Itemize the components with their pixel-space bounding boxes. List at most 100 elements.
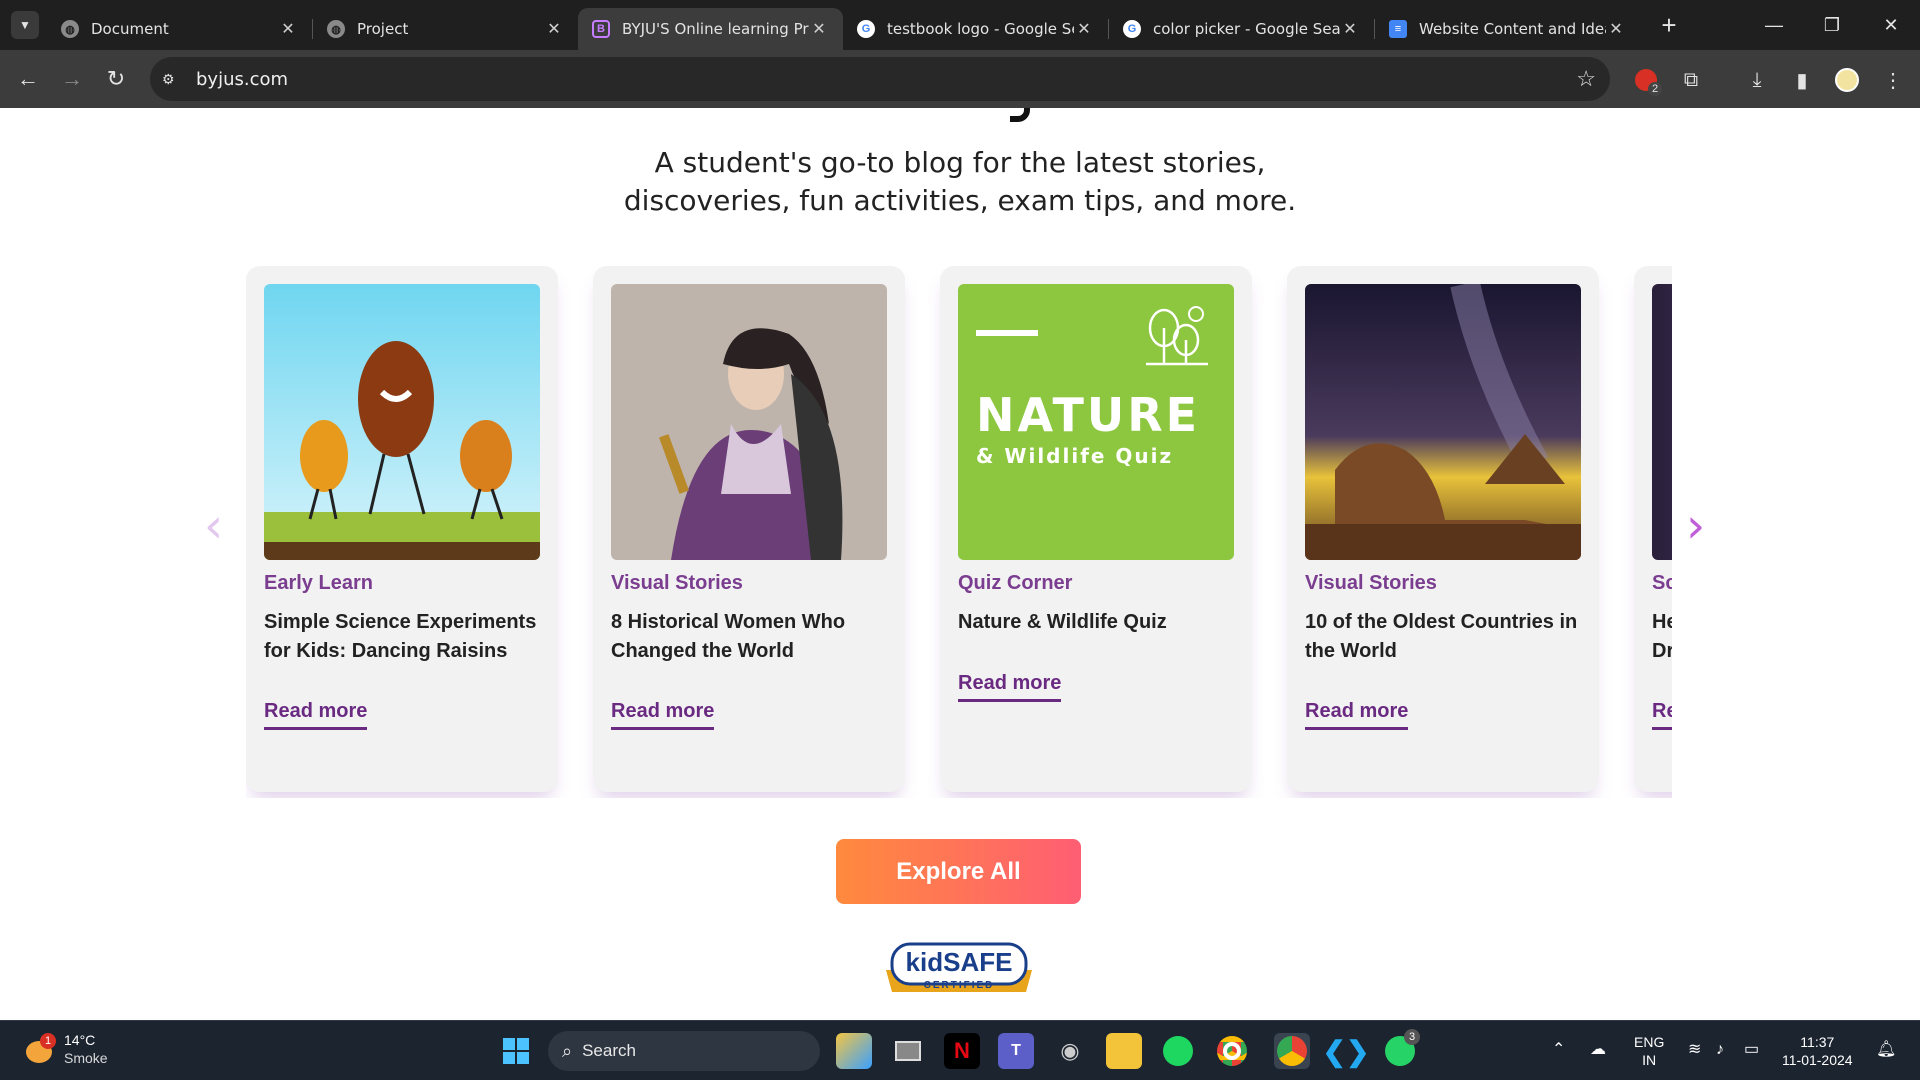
tab-search-button[interactable]: ▼: [11, 11, 39, 39]
task-view-icon[interactable]: [890, 1033, 926, 1069]
close-icon[interactable]: ✕: [1606, 19, 1626, 39]
tab-website-content[interactable]: ≡ Website Content and Ideas ✕: [1375, 8, 1640, 50]
carousel-next-button[interactable]: ›: [1686, 498, 1705, 554]
notification-bell-icon[interactable]: 🔔︎: [1876, 1041, 1896, 1059]
blog-card[interactable]: Visual Stories 8 Historical Women Who Ch…: [593, 266, 905, 792]
card-image: [1652, 284, 1672, 560]
side-panel-icon[interactable]: ▮: [1788, 66, 1816, 94]
address-bar[interactable]: ⚙ byjus.com ☆: [150, 57, 1610, 101]
taskbar-search-label: Search: [582, 1041, 636, 1060]
new-tab-button[interactable]: +: [1654, 10, 1684, 41]
weather-text[interactable]: 14°C Smoke: [64, 1031, 108, 1067]
teams-icon[interactable]: T: [998, 1033, 1034, 1069]
tab-testbook-search[interactable]: G testbook logo - Google Se ✕: [843, 8, 1108, 50]
wifi-icon[interactable]: ≋: [1688, 1041, 1701, 1059]
card-title: 10 of the Oldest Countries in the World: [1305, 611, 1578, 662]
quiz-image-subtitle: & Wildlife Quiz: [976, 444, 1174, 468]
tab-document[interactable]: ◍ Document ✕: [47, 8, 312, 50]
tab-title: color picker - Google Searc: [1153, 20, 1340, 38]
lang-line-1: ENG: [1634, 1034, 1665, 1050]
chrome-icon[interactable]: [1214, 1033, 1250, 1069]
windows-start-icon[interactable]: [498, 1033, 534, 1069]
url-text: byjus.com: [196, 68, 289, 90]
weather-desc: Smoke: [64, 1050, 108, 1066]
read-more-link[interactable]: Re: [1652, 700, 1672, 730]
chevron-left-icon: ‹: [204, 498, 224, 554]
volume-icon[interactable]: ♪: [1716, 1041, 1724, 1059]
whatsapp-icon[interactable]: 3: [1382, 1029, 1420, 1069]
card-category: Quiz Corner: [958, 572, 1073, 594]
historical-woman-portrait-image: [611, 284, 887, 560]
close-icon[interactable]: ✕: [1340, 19, 1360, 39]
read-more-link[interactable]: Read more: [611, 700, 715, 730]
reload-icon: ↻: [106, 66, 126, 91]
close-icon: ✕: [1883, 14, 1899, 35]
forward-button[interactable]: →: [50, 57, 94, 101]
menu-kebab-icon[interactable]: ⋮: [1879, 66, 1907, 94]
tab-byjus[interactable]: B BYJU'S Online learning Pro ✕: [578, 8, 843, 50]
close-icon[interactable]: ✕: [544, 19, 564, 39]
back-button[interactable]: ←: [6, 57, 50, 101]
decorative-bar: [976, 330, 1038, 336]
reload-button[interactable]: ↻: [94, 57, 138, 101]
close-icon[interactable]: ✕: [809, 19, 829, 39]
tab-title: Website Content and Ideas: [1419, 20, 1606, 38]
blog-card[interactable]: Visual Stories 10 of the Oldest Countrie…: [1287, 266, 1599, 792]
blog-tagline: A student's go-to blog for the latest st…: [0, 144, 1920, 220]
google-icon: G: [1123, 20, 1141, 38]
kidsafe-certified: CERTIFIED: [924, 980, 995, 991]
whatsapp-badge: 3: [1404, 1029, 1420, 1045]
clock[interactable]: 11:37 11-01-2024: [1782, 1033, 1853, 1069]
site-info-icon[interactable]: ⚙: [162, 71, 188, 88]
weather-temp: 14°C: [64, 1032, 96, 1048]
card-title: Simple Science Experiments for Kids: Dan…: [264, 611, 537, 662]
tab-color-picker-search[interactable]: G color picker - Google Searc ✕: [1109, 8, 1374, 50]
docs-icon: ≡: [1389, 20, 1407, 38]
blog-card[interactable]: NATURE & Wildlife Quiz Quiz Corner Natur…: [940, 266, 1252, 792]
globe-icon: ◍: [327, 20, 345, 38]
extensions-puzzle-icon[interactable]: ⧉: [1677, 66, 1705, 94]
close-icon[interactable]: ✕: [278, 19, 298, 39]
clock-date: 11-01-2024: [1782, 1052, 1853, 1068]
extension-badge-icon[interactable]: 2: [1632, 66, 1662, 96]
restore-button[interactable]: ❐: [1803, 0, 1861, 50]
copilot-icon[interactable]: [836, 1033, 872, 1069]
weather-widget[interactable]: 1: [22, 1033, 56, 1067]
close-window-button[interactable]: ✕: [1862, 0, 1920, 50]
blog-card[interactable]: Sc He Dr Re: [1634, 266, 1672, 792]
windows-taskbar: 1 14°C Smoke ⌕ Search N T ◉ ❮❯ 3 ⌃ ☁ ENG…: [0, 1020, 1920, 1080]
globe-icon: ◍: [61, 20, 79, 38]
profile-avatar[interactable]: [1833, 66, 1861, 94]
sphinx-night-sky-image: [1305, 284, 1581, 560]
weather-badge: 1: [40, 1033, 56, 1049]
tab-title: BYJU'S Online learning Pro: [622, 20, 809, 38]
read-more-link[interactable]: Read more: [958, 672, 1062, 702]
nature-quiz-image: NATURE & Wildlife Quiz: [958, 284, 1234, 560]
explore-all-button[interactable]: Explore All: [836, 839, 1081, 904]
plus-icon: +: [1661, 9, 1677, 40]
card-title: Nature & Wildlife Quiz: [958, 611, 1167, 633]
download-icon[interactable]: ⤓: [1743, 66, 1771, 94]
chrome-profile-icon[interactable]: [1274, 1033, 1310, 1069]
onedrive-icon[interactable]: ☁: [1590, 1041, 1606, 1059]
tray-chevron-up-icon[interactable]: ⌃: [1552, 1041, 1565, 1059]
blog-carousel: Early Learn Simple Science Experiments f…: [246, 258, 1672, 798]
spotify-icon[interactable]: [1160, 1033, 1196, 1069]
tab-project[interactable]: ◍ Project ✕: [313, 8, 578, 50]
close-icon[interactable]: ✕: [1074, 19, 1094, 39]
vscode-icon[interactable]: ❮❯: [1323, 1033, 1370, 1069]
blog-card[interactable]: Early Learn Simple Science Experiments f…: [246, 266, 558, 792]
taskbar-search[interactable]: ⌕ Search: [548, 1031, 820, 1071]
minimize-button[interactable]: —: [1745, 0, 1803, 50]
bookmark-star-icon[interactable]: ☆: [1576, 66, 1596, 92]
read-more-link[interactable]: Read more: [264, 700, 368, 730]
battery-icon[interactable]: ▭: [1744, 1041, 1759, 1059]
netflix-icon[interactable]: N: [944, 1033, 980, 1069]
file-explorer-icon[interactable]: [1106, 1033, 1142, 1069]
search-icon: ⌕: [562, 1040, 573, 1061]
language-indicator[interactable]: ENG IN: [1634, 1033, 1664, 1069]
camera-icon[interactable]: ◉: [1052, 1033, 1088, 1069]
card-category: Visual Stories: [611, 572, 743, 594]
read-more-link[interactable]: Read more: [1305, 700, 1409, 730]
carousel-prev-button[interactable]: ‹: [204, 498, 223, 554]
